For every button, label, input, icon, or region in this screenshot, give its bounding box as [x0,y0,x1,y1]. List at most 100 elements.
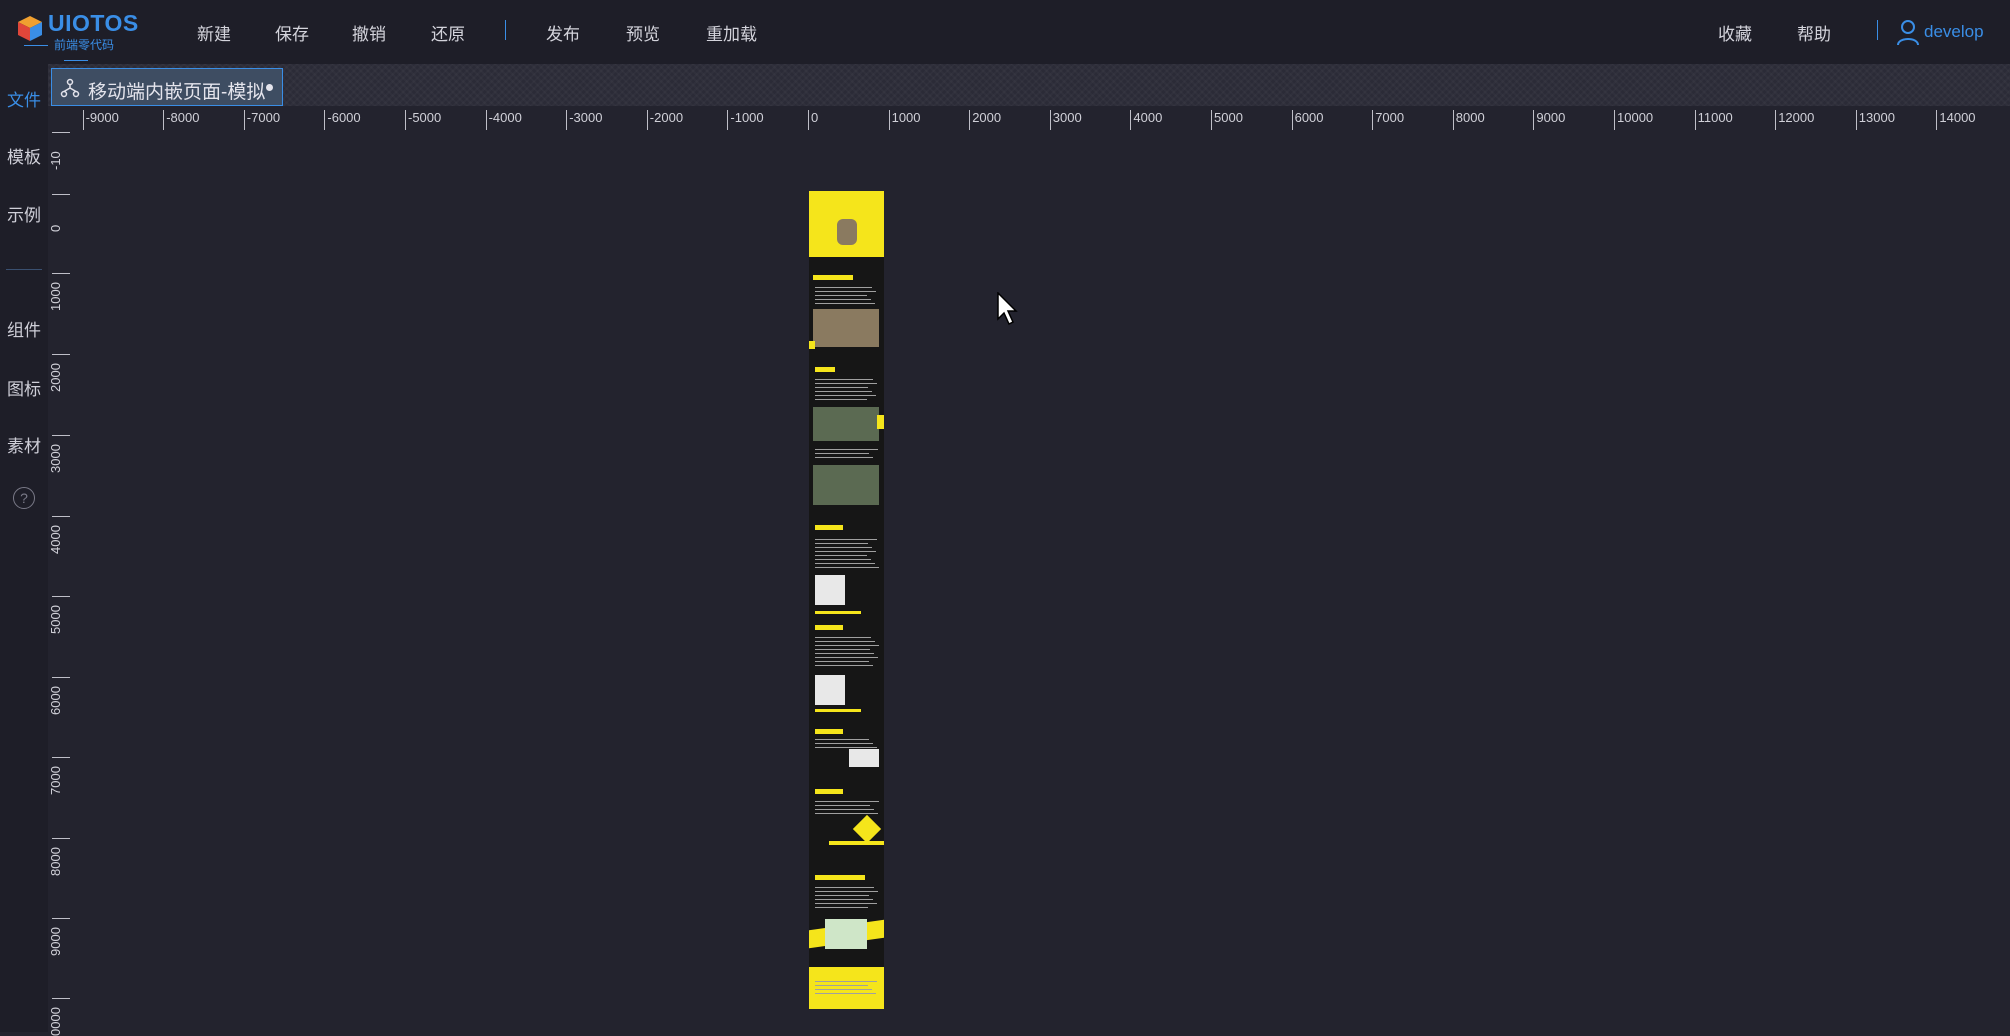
text-line [815,985,868,986]
document-tabs: 移动端内嵌页面-模拟 [48,64,2010,106]
ruler-tick [52,757,70,758]
ruler-tick [566,110,568,130]
ruler-tick [808,110,809,130]
ruler-tick [888,110,890,130]
brand-tagline: 前端零代码 [54,36,146,67]
text-line [815,543,868,544]
ruler-tick [727,110,729,130]
text-line [815,551,876,552]
section-label [815,729,843,734]
menu-reload[interactable]: 重加载 [706,20,757,45]
ruler-label: -8000 [166,110,200,125]
user-icon [1897,20,1919,46]
text-line [815,399,867,400]
sidebar-item-components[interactable]: 组件 [0,316,48,341]
ruler-label: -2000 [649,110,684,125]
tab-mobile-embed-page[interactable]: 移动端内嵌页面-模拟 [51,68,283,106]
text-line [815,641,875,642]
text-line [815,303,875,304]
ruler-tick [646,110,648,130]
ruler-tick [82,110,84,130]
ruler-label: 10000 [1617,110,1654,125]
text-line [815,295,867,296]
image-card [849,749,879,767]
ruler-label: 9000 [1536,110,1566,125]
section-photo [813,407,879,441]
menu-divider [505,20,506,40]
text-line [815,813,878,814]
text-line [815,661,869,662]
comic-card [825,919,867,949]
accent-line [815,709,861,712]
text-line [815,383,877,384]
ruler-label: 4000 [1133,110,1163,125]
ruler-label: -4000 [488,110,522,125]
ruler-label: 9000 [48,927,63,956]
ruler-label: 8000 [48,847,63,876]
section-label [813,275,853,280]
ruler-tick [52,838,70,839]
section-label [815,525,843,530]
menu-redo[interactable]: 还原 [431,20,465,45]
ruler-tick [52,273,70,274]
ruler-tick [52,677,70,678]
menu-favorites[interactable]: 收藏 [1718,20,1752,45]
text-line [815,457,873,458]
mobile-page-preview[interactable] [809,191,884,1009]
ruler-tick [243,110,245,130]
menu-preview[interactable]: 预览 [626,20,660,45]
text-line [815,899,873,900]
ruler-label: 5000 [48,605,63,634]
ruler-tick [1855,110,1857,130]
text-line [815,391,872,392]
text-line [815,449,878,450]
sidebar-item-icons[interactable]: 图标 [0,375,48,400]
section-photo [813,309,879,347]
menu-publish[interactable]: 发布 [546,20,580,45]
top-toolbar: UIOTOS 前端零代码 新建 保存 撤销 还原 发布 预览 重加载 收藏 帮助… [0,0,2010,64]
ruler-label: 12000 [1778,110,1815,125]
section-label [815,625,843,630]
section-label [815,367,835,372]
text-line [815,453,869,454]
sidebar-item-examples[interactable]: 示例 [0,201,48,226]
section-label [815,875,865,880]
text-line [815,539,877,540]
ruler-tick [52,132,70,133]
text-line [815,989,872,990]
ruler-tick [405,110,406,130]
ruler-tick [52,998,70,999]
menu-help[interactable]: 帮助 [1797,20,1831,45]
ruler-label: -10 [48,151,63,170]
sidebar-item-file[interactable]: 文件 [0,86,48,111]
ruler-tick [1452,110,1454,130]
menu-save[interactable]: 保存 [275,20,309,45]
accent-mark [877,415,884,429]
sidebar-item-templates[interactable]: 模板 [0,143,48,168]
ruler-label: 2000 [972,110,1002,125]
text-line [815,657,878,658]
text-line [815,379,873,380]
sidebar-item-assets[interactable]: 素材 [0,432,48,457]
ruler-tick [1694,110,1696,130]
text-line [815,665,873,666]
ruler-label: 13000 [1858,110,1895,125]
text-line [815,993,876,994]
text-line [815,907,868,908]
brand-name: UIOTOS [48,10,139,36]
menu-undo[interactable]: 撤销 [352,20,386,45]
ruler-label: -1000 [730,110,764,125]
question-circle-icon[interactable]: ? [13,487,35,509]
ruler-tick [52,918,70,919]
ruler-label: -7000 [246,110,281,125]
menu-new[interactable]: 新建 [197,20,231,45]
menu-divider-right [1877,20,1878,40]
text-line [815,395,876,396]
brand-logo[interactable]: UIOTOS 前端零代码 [16,10,146,54]
badge-shape [852,814,882,844]
ruler-tick [1130,110,1132,130]
text-line [815,567,879,568]
section-photo [813,465,879,505]
ruler-tick [1049,110,1051,130]
ruler-label: -6000 [327,110,361,125]
